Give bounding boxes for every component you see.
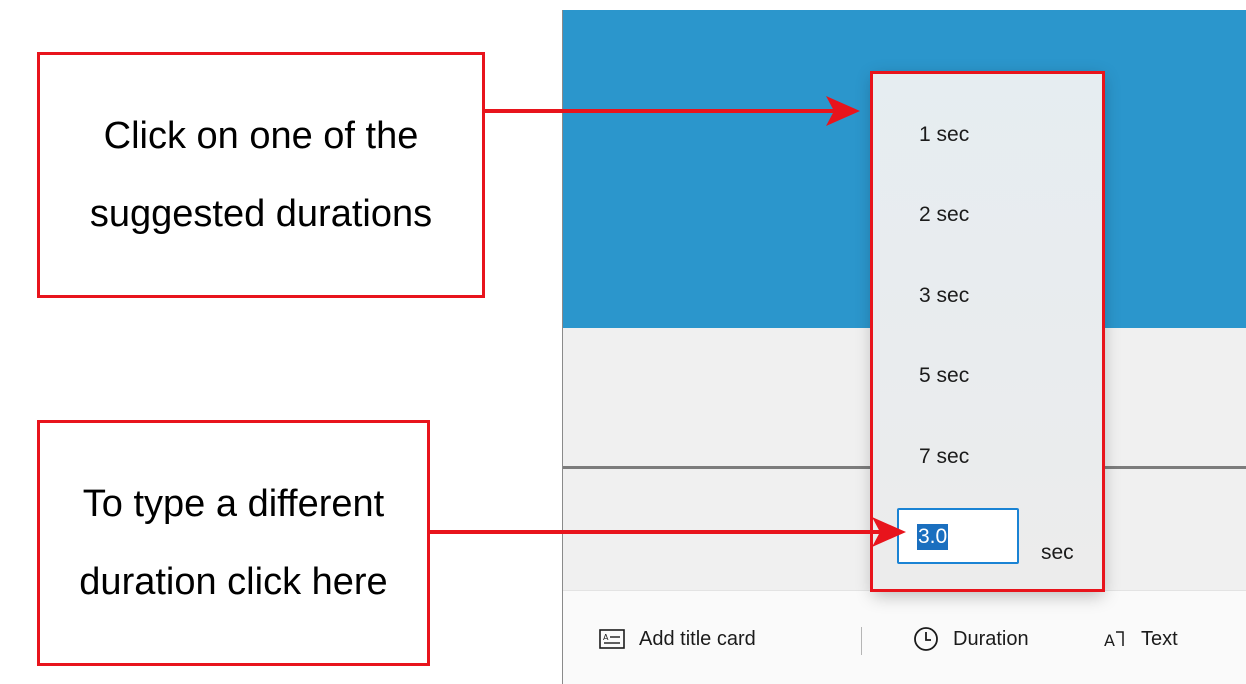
svg-text:A: A [1104,631,1115,650]
callout-line: duration click here [79,561,388,603]
svg-text:A: A [603,633,609,642]
callout-line: Click on one of the [103,115,419,157]
callout-suggested-durations: Click on one of the suggested durations [37,52,485,298]
callout-custom-duration: To type a different duration click here [37,420,430,666]
callout-line: suggested durations [89,193,433,235]
duration-button[interactable]: Duration [913,621,1029,657]
title-card-icon: A [599,629,625,649]
clock-icon [914,627,938,651]
text-icon: A [1104,631,1124,650]
add-title-card-button[interactable]: A Add title card [599,621,756,657]
storyboard-toolbar: A Add title card Duration A Text [563,590,1246,684]
text-button[interactable]: A Text [1103,621,1178,657]
flyout-highlight-frame [870,71,1105,592]
add-title-card-label: Add title card [639,627,756,650]
toolbar-divider [861,627,862,655]
text-label: Text [1141,627,1178,650]
duration-label: Duration [953,627,1029,650]
callout-line: To type a different [82,483,385,525]
